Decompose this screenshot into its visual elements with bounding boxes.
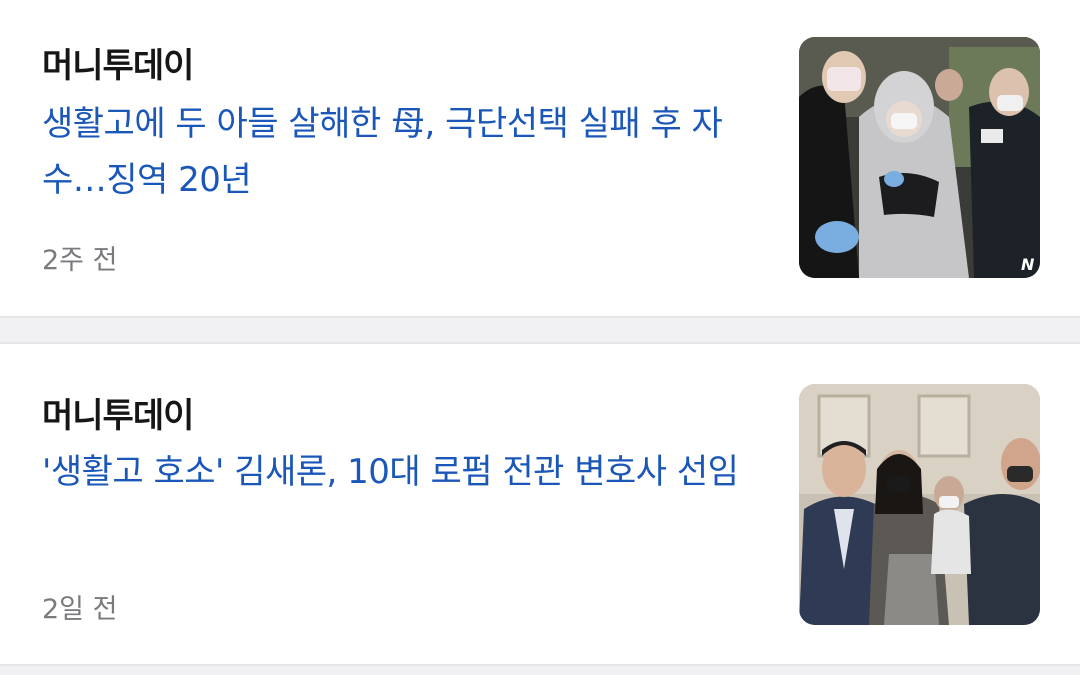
thumbnail-photo-court-exit (799, 384, 1040, 625)
news-source: 머니투데이 (42, 46, 194, 86)
news-headline-link[interactable]: 생활고에 두 아들 살해한 母, 극단선택 실패 후 자수…징역 20년 (42, 96, 762, 208)
news-card[interactable]: 머니투데이 '생활고 호소' 김새론, 10대 로펌 전관 변호사 선임 2일 … (0, 342, 1080, 666)
news-card[interactable]: 머니투데이 생활고에 두 아들 살해한 母, 극단선택 실패 후 자수…징역 2… (0, 0, 1080, 318)
thumbnail-photo-suspect-escorted: N (799, 37, 1040, 278)
news-headline-link[interactable]: '생활고 호소' 김새론, 10대 로펌 전관 변호사 선임 (42, 444, 762, 500)
watermark-logo: N (1021, 255, 1035, 274)
news-timestamp: 2일 전 (42, 594, 118, 625)
news-thumbnail[interactable] (799, 384, 1040, 625)
news-source: 머니투데이 (42, 396, 194, 436)
news-timestamp: 2주 전 (42, 245, 118, 276)
news-thumbnail[interactable]: N (799, 37, 1040, 278)
news-feed: 머니투데이 생활고에 두 아들 살해한 母, 극단선택 실패 후 자수…징역 2… (0, 0, 1080, 675)
